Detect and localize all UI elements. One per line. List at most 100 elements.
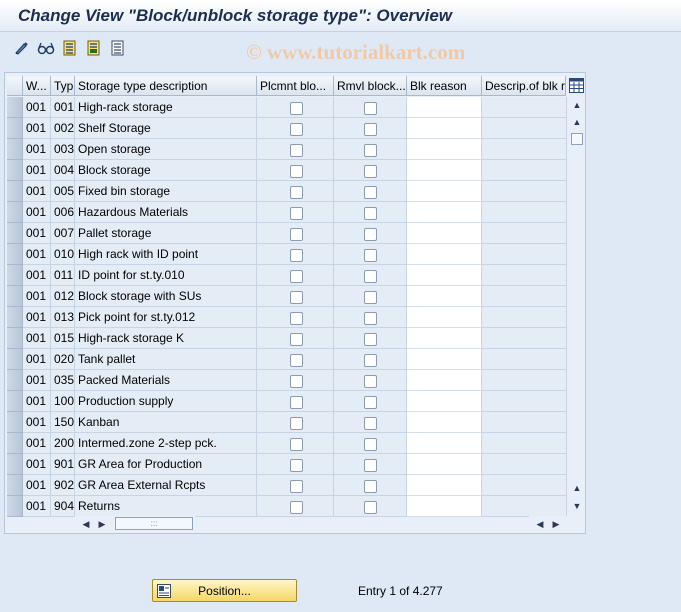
placement-block-checkbox[interactable] <box>290 417 303 430</box>
placement-block-checkbox[interactable] <box>290 438 303 451</box>
block-reason-input[interactable] <box>407 349 482 370</box>
table-row[interactable]: 001 011 ID point for st.ty.010 <box>5 265 567 286</box>
table-row[interactable]: 001 010 High rack with ID point <box>5 244 567 265</box>
block-reason-input[interactable] <box>407 433 482 454</box>
placement-block-checkbox[interactable] <box>290 270 303 283</box>
block-reason-input[interactable] <box>407 244 482 265</box>
scroll-thumb[interactable] <box>571 133 583 145</box>
row-selector[interactable] <box>7 244 23 265</box>
row-selector[interactable] <box>7 349 23 370</box>
placement-block-checkbox[interactable] <box>290 312 303 325</box>
column-header-block-reason-desc[interactable]: Descrip.of blk r <box>482 76 566 96</box>
column-header-placement-block[interactable]: Plcmnt blo... <box>257 76 334 96</box>
block-reason-input[interactable] <box>407 370 482 391</box>
row-selector[interactable] <box>7 286 23 307</box>
block-reason-input[interactable] <box>407 97 482 118</box>
block-reason-input[interactable] <box>407 391 482 412</box>
placement-block-checkbox[interactable] <box>290 207 303 220</box>
select-all-rows-corner[interactable] <box>7 76 23 96</box>
scroll-left-icon[interactable]: ◀ <box>79 517 93 531</box>
row-selector[interactable] <box>7 307 23 328</box>
row-selector[interactable] <box>7 202 23 223</box>
scroll-down-icon[interactable]: ▼ <box>570 499 584 513</box>
removal-block-checkbox[interactable] <box>364 333 377 346</box>
page-up-icon[interactable]: ▲ <box>570 115 584 129</box>
block-reason-input[interactable] <box>407 454 482 475</box>
block-reason-input[interactable] <box>407 139 482 160</box>
table-row[interactable]: 001 002 Shelf Storage <box>5 118 567 139</box>
placement-block-checkbox[interactable] <box>290 102 303 115</box>
vertical-scrollbar[interactable]: ▲ ▲ ▲ ▼ <box>569 97 585 515</box>
table-row[interactable]: 001 035 Packed Materials <box>5 370 567 391</box>
table-row[interactable]: 001 013 Pick point for st.ty.012 <box>5 307 567 328</box>
row-selector[interactable] <box>7 454 23 475</box>
block-reason-input[interactable] <box>407 118 482 139</box>
removal-block-checkbox[interactable] <box>364 186 377 199</box>
horizontal-scrollbar-end[interactable]: ◀ ▶ <box>529 516 569 532</box>
placement-block-checkbox[interactable] <box>290 165 303 178</box>
scroll-right-end-icon[interactable]: ▶ <box>549 517 563 531</box>
table-row[interactable]: 001 902 GR Area External Rcpts <box>5 475 567 496</box>
scroll-up-icon[interactable]: ▲ <box>570 98 584 112</box>
row-selector[interactable] <box>7 139 23 160</box>
placement-block-checkbox[interactable] <box>290 396 303 409</box>
table-row[interactable]: 001 100 Production supply <box>5 391 567 412</box>
table-row[interactable]: 001 015 High-rack storage K <box>5 328 567 349</box>
table-row[interactable]: 001 901 GR Area for Production <box>5 454 567 475</box>
removal-block-checkbox[interactable] <box>364 459 377 472</box>
placement-block-checkbox[interactable] <box>290 333 303 346</box>
row-selector[interactable] <box>7 391 23 412</box>
removal-block-checkbox[interactable] <box>364 102 377 115</box>
table-row[interactable]: 001 007 Pallet storage <box>5 223 567 244</box>
table-row[interactable]: 001 006 Hazardous Materials <box>5 202 567 223</box>
row-selector[interactable] <box>7 223 23 244</box>
block-reason-input[interactable] <box>407 202 482 223</box>
removal-block-checkbox[interactable] <box>364 375 377 388</box>
edit-pencil-icon[interactable] <box>12 38 32 58</box>
column-header-block-reason[interactable]: Blk reason <box>407 76 482 96</box>
select-all-icon[interactable] <box>60 38 80 58</box>
table-settings-icon[interactable] <box>567 75 585 95</box>
placement-block-checkbox[interactable] <box>290 375 303 388</box>
table-row[interactable]: 001 005 Fixed bin storage <box>5 181 567 202</box>
row-selector[interactable] <box>7 328 23 349</box>
placement-block-checkbox[interactable] <box>290 123 303 136</box>
table-row[interactable]: 001 020 Tank pallet <box>5 349 567 370</box>
table-row[interactable]: 001 012 Block storage with SUs <box>5 286 567 307</box>
column-header-removal-block[interactable]: Rmvl block... <box>334 76 407 96</box>
block-reason-input[interactable] <box>407 223 482 244</box>
row-selector[interactable] <box>7 97 23 118</box>
removal-block-checkbox[interactable] <box>364 354 377 367</box>
removal-block-checkbox[interactable] <box>364 291 377 304</box>
block-reason-input[interactable] <box>407 286 482 307</box>
removal-block-checkbox[interactable] <box>364 228 377 241</box>
column-header-warehouse[interactable]: W... <box>23 76 51 96</box>
placement-block-checkbox[interactable] <box>290 459 303 472</box>
placement-block-checkbox[interactable] <box>290 501 303 514</box>
removal-block-checkbox[interactable] <box>364 501 377 514</box>
block-reason-input[interactable] <box>407 160 482 181</box>
table-row[interactable]: 001 904 Returns <box>5 496 567 517</box>
select-block-icon[interactable] <box>84 38 104 58</box>
table-row[interactable]: 001 001 High-rack storage <box>5 97 567 118</box>
row-selector[interactable] <box>7 118 23 139</box>
placement-block-checkbox[interactable] <box>290 354 303 367</box>
removal-block-checkbox[interactable] <box>364 249 377 262</box>
placement-block-checkbox[interactable] <box>290 480 303 493</box>
position-button[interactable]: Position... <box>152 579 297 602</box>
row-selector[interactable] <box>7 181 23 202</box>
glasses-display-icon[interactable] <box>36 38 56 58</box>
page-down-icon[interactable]: ▲ <box>570 481 584 495</box>
placement-block-checkbox[interactable] <box>290 186 303 199</box>
removal-block-checkbox[interactable] <box>364 270 377 283</box>
scroll-right-icon[interactable]: ▶ <box>95 517 109 531</box>
row-selector[interactable] <box>7 475 23 496</box>
removal-block-checkbox[interactable] <box>364 396 377 409</box>
placement-block-checkbox[interactable] <box>290 249 303 262</box>
block-reason-input[interactable] <box>407 265 482 286</box>
removal-block-checkbox[interactable] <box>364 144 377 157</box>
row-selector[interactable] <box>7 265 23 286</box>
row-selector[interactable] <box>7 370 23 391</box>
removal-block-checkbox[interactable] <box>364 207 377 220</box>
removal-block-checkbox[interactable] <box>364 438 377 451</box>
